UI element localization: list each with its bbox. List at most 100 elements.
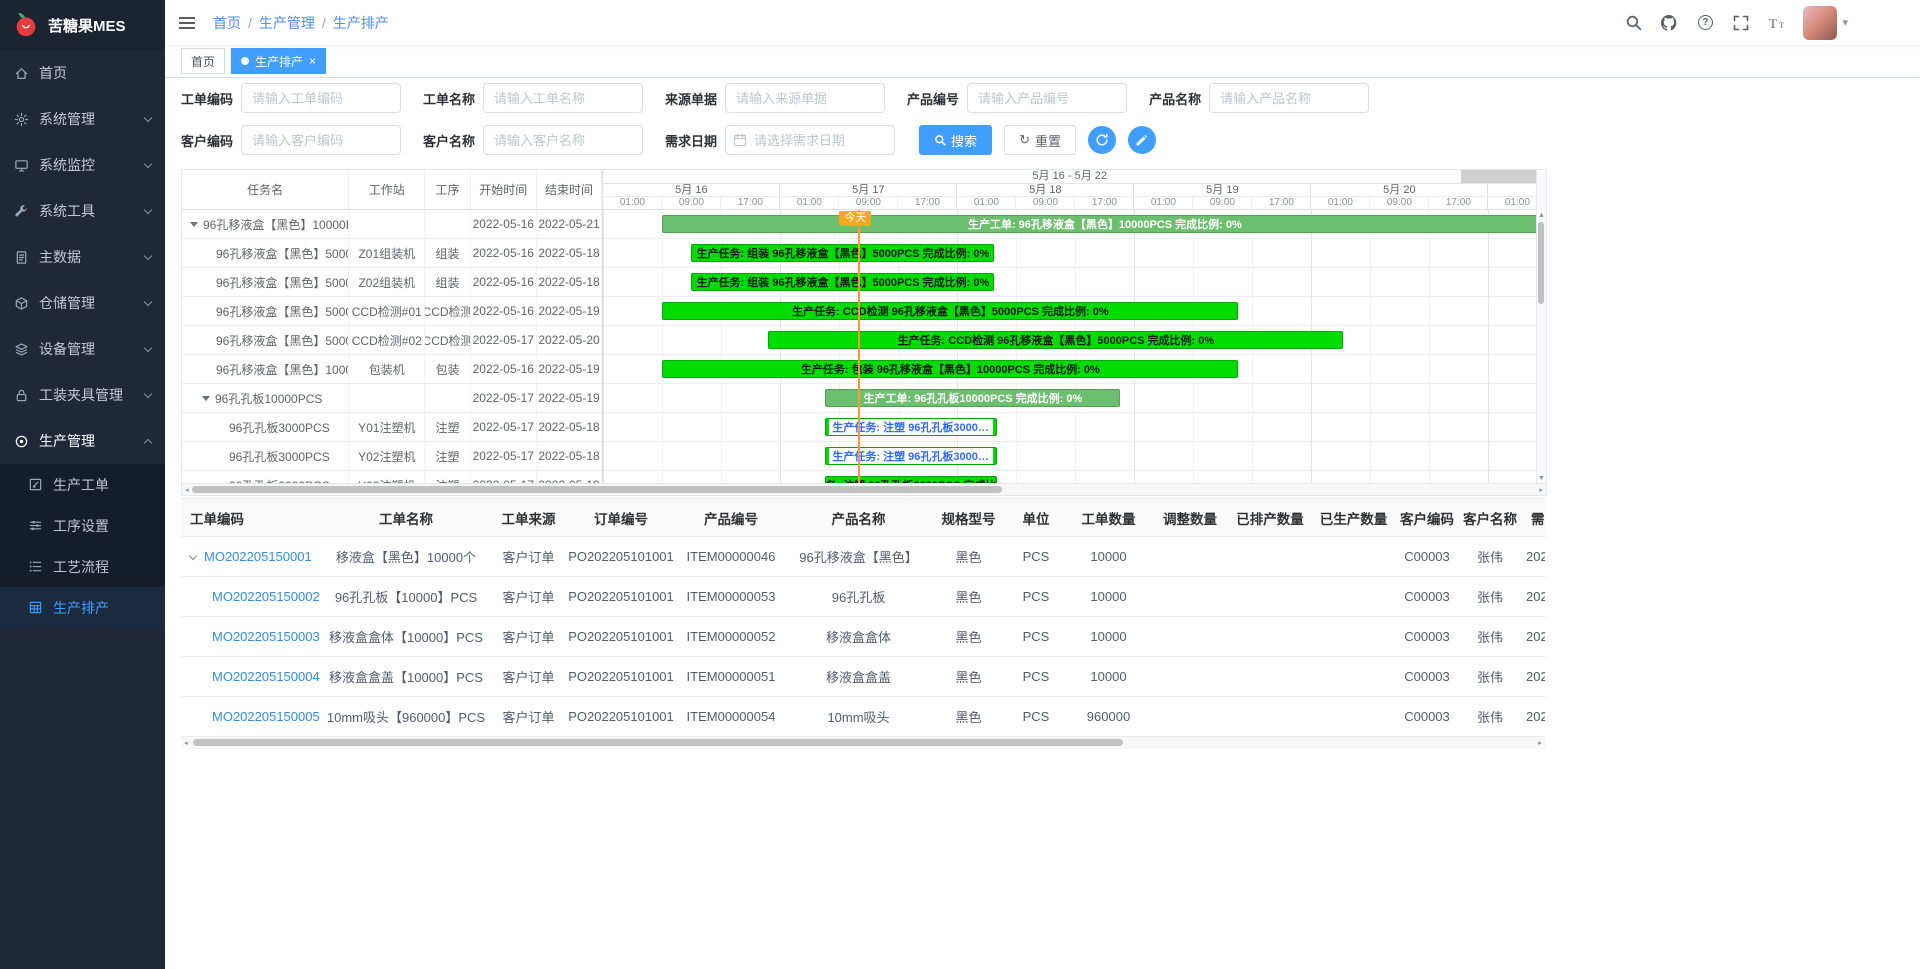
gantt-row[interactable]: 96孔移液盒【黑色】10000PCS 包装机包装 2022-05-162022-… [182,355,602,384]
product-no-input[interactable] [967,83,1127,113]
gantt-bar-task[interactable]: 生产任务: 注塑 96孔孔板3000PCS 完成比例: 0% [825,476,997,483]
sidebar-item-fixtures[interactable]: 工装夹具管理 [0,372,165,418]
order-code-link[interactable]: MO202205150004 [212,669,320,684]
gantt-row[interactable]: 96孔移液盒【黑色】5000PCS CCD检测#01CCD检测 2022-05-… [182,297,602,326]
order-code-link[interactable]: MO202205150005 [212,709,320,724]
chevron-down-icon [144,389,152,397]
sidebar-item-label: 生产管理 [39,431,95,451]
refresh-circle-button[interactable] [1088,126,1116,154]
fullscreen-icon[interactable] [1731,13,1751,33]
order-name-input[interactable] [483,83,643,113]
horizontal-scroll-thumb[interactable] [193,739,1123,746]
scroll-up-icon[interactable]: ▲ [1537,210,1546,220]
tab-home[interactable]: 首页 [181,48,225,74]
gantt-row[interactable]: 96孔移液盒【黑色】5000PCS CCD检测#02CCD检测 2022-05-… [182,326,602,355]
gantt-vertical-scrollbar[interactable]: ▲ ▼ [1536,170,1546,483]
order-code-link[interactable]: MO202205150002 [212,589,320,604]
order-row[interactable]: MO202205150004 移液盒盒盖【10000】PCS客户订单 PO202… [181,657,1545,697]
scroll-down-icon[interactable]: ▼ [1537,473,1546,483]
order-row[interactable]: MO202205150001 移液盒【黑色】10000个客户订单 PO20220… [181,537,1545,577]
scroll-left-icon[interactable]: ◂ [182,484,192,495]
gantt-bar-task[interactable]: 生产任务: 组装 96孔移液盒【黑色】5000PCS 完成比例: 0% [691,244,994,262]
order-code-input[interactable] [241,83,401,113]
logo-icon [12,11,40,39]
scroll-left-icon[interactable]: ◂ [181,737,191,748]
gantt-bar-task-selected[interactable]: 生产任务: 注塑 96孔孔板3000PCS 完成比例: 0% [825,418,997,436]
avatar[interactable] [1803,6,1837,40]
help-icon[interactable]: ? [1695,13,1715,33]
gantt-row[interactable]: 96孔孔板3000PCS Y03注塑机注塑 2022-05-172022-05-… [182,471,602,483]
gantt-timeline: 5月 16 - 5月 22 5月 165月 17 5月 185月 19 5月 2… [603,170,1536,483]
orders-horizontal-scrollbar[interactable]: ◂ ▸ [181,737,1545,749]
sidebar-item-home[interactable]: 首页 [0,50,165,96]
demand-date-input[interactable] [725,125,895,155]
user-menu[interactable]: ▾ [1803,6,1848,40]
order-row[interactable]: MO202205150002 96孔孔板【10000】PCS客户订单 PO202… [181,577,1545,617]
breadcrumb-production[interactable]: 生产管理 [259,13,315,33]
customer-code-input[interactable] [241,125,401,155]
search-button[interactable]: 搜索 [919,125,992,155]
source-doc-input[interactable] [725,83,885,113]
gantt-bar-task-selected[interactable]: 生产任务: 注塑 96孔孔板3000PCS 完成比例: 0% [825,447,997,465]
gantt-bar-task[interactable]: 生产任务: 组装 96孔移液盒【黑色】5000PCS 完成比例: 0% [691,273,994,291]
col-workstation: 工作站 [349,170,425,209]
tab-label: 生产排产 [255,53,303,70]
chevron-up-icon [144,439,152,447]
font-size-icon[interactable]: TT [1767,13,1787,33]
gantt-row[interactable]: 96孔孔板3000PCS Y01注塑机注塑 2022-05-172022-05-… [182,413,602,442]
order-code-link[interactable]: MO202205150003 [212,629,320,644]
gantt-bar-task[interactable]: 生产任务: 包装 96孔移液盒【黑色】10000PCS 完成比例: 0% [662,360,1238,378]
order-row[interactable]: MO202205150003 移液盒盒体【10000】PCS客户订单 PO202… [181,617,1545,657]
active-dot-icon [241,57,249,65]
customer-name-input[interactable] [483,125,643,155]
sidebar-item-work-order[interactable]: 生产工单 [0,464,165,505]
close-icon[interactable]: × [309,55,316,67]
collapse-caret-icon[interactable] [202,396,210,401]
vertical-scroll-thumb[interactable] [1538,222,1544,304]
refresh-icon [1095,133,1109,147]
edit-circle-button[interactable] [1128,126,1156,154]
horizontal-scroll-thumb[interactable] [192,486,1002,493]
gantt-grid-header: 任务名 工作站 工序 开始时间 结束时间 [182,170,602,210]
gantt-horizontal-scrollbar[interactable]: ◂ ▸ [182,483,1546,495]
gantt-row[interactable]: 96孔孔板3000PCS Y02注塑机注塑 2022-05-172022-05-… [182,442,602,471]
collapse-caret-icon[interactable] [190,222,198,227]
table-icon [28,600,43,615]
breadcrumb-home[interactable]: 首页 [213,13,241,33]
gantt-grid-rows: 96孔移液盒【黑色】10000PCS 2022-05-162022-05-21 … [182,210,602,483]
gantt-bar-task[interactable]: 生产任务: CCD检测 96孔移液盒【黑色】5000PCS 完成比例: 0% [662,302,1238,320]
hamburger-menu-icon[interactable] [165,0,209,45]
reset-button[interactable]: ↻ 重置 [1004,125,1076,155]
box-icon [14,296,29,311]
sidebar-item-production[interactable]: 生产管理 [0,418,165,464]
gantt-row[interactable]: 96孔移液盒【黑色】10000PCS 2022-05-162022-05-21 [182,210,602,239]
sidebar-item-system-mgmt[interactable]: 系统管理 [0,96,165,142]
scroll-right-icon[interactable]: ▸ [1535,737,1545,748]
gantt-row[interactable]: 96孔移液盒【黑色】5000PCS Z01组装机组装 2022-05-16202… [182,239,602,268]
expand-caret-icon[interactable] [189,552,197,560]
order-code-link[interactable]: MO202205150001 [204,549,312,564]
gantt-row[interactable]: 96孔移液盒【黑色】5000PCS Z02组装机组装 2022-05-16202… [182,268,602,297]
gantt-bar-order[interactable]: 生产工单: 96孔孔板10000PCS 完成比例: 0% [825,389,1120,407]
question-mark: ? [1698,15,1713,30]
search-icon[interactable] [1623,13,1643,33]
tab-scheduling[interactable]: 生产排产 × [231,48,326,74]
github-icon[interactable] [1659,13,1679,33]
sidebar-item-process-settings[interactable]: 工序设置 [0,505,165,546]
sidebar-item-system-monitor[interactable]: 系统监控 [0,142,165,188]
product-name-input[interactable] [1209,83,1369,113]
sidebar-item-scheduling[interactable]: 生产排产 [0,587,165,628]
gantt-bar-order[interactable]: 生产工单: 96孔移液盒【黑色】10000PCS 完成比例: 0% [662,215,1536,233]
app-logo[interactable]: 苦糖果MES [0,0,165,50]
order-row[interactable]: MO202205150005 10mm吸头【960000】PCS客户订单 PO2… [181,697,1545,737]
sidebar-item-system-tools[interactable]: 系统工具 [0,188,165,234]
sidebar-item-process-flow[interactable]: 工艺流程 [0,546,165,587]
sidebar-item-label: 生产排产 [53,598,109,618]
sidebar-item-master-data[interactable]: 主数据 [0,234,165,280]
scroll-right-icon[interactable]: ▸ [1536,484,1546,495]
sidebar-item-warehouse[interactable]: 仓储管理 [0,280,165,326]
sidebar-item-equipment[interactable]: 设备管理 [0,326,165,372]
gantt-bar-task[interactable]: 生产任务: CCD检测 96孔移液盒【黑色】5000PCS 完成比例: 0% [768,331,1343,349]
gantt-row[interactable]: 96孔孔板10000PCS 2022-05-172022-05-19 [182,384,602,413]
sidebar: 苦糖果MES 首页 系统管理 系统监控 系统工具 主数据 仓储管理 设备管理 工… [0,0,165,969]
